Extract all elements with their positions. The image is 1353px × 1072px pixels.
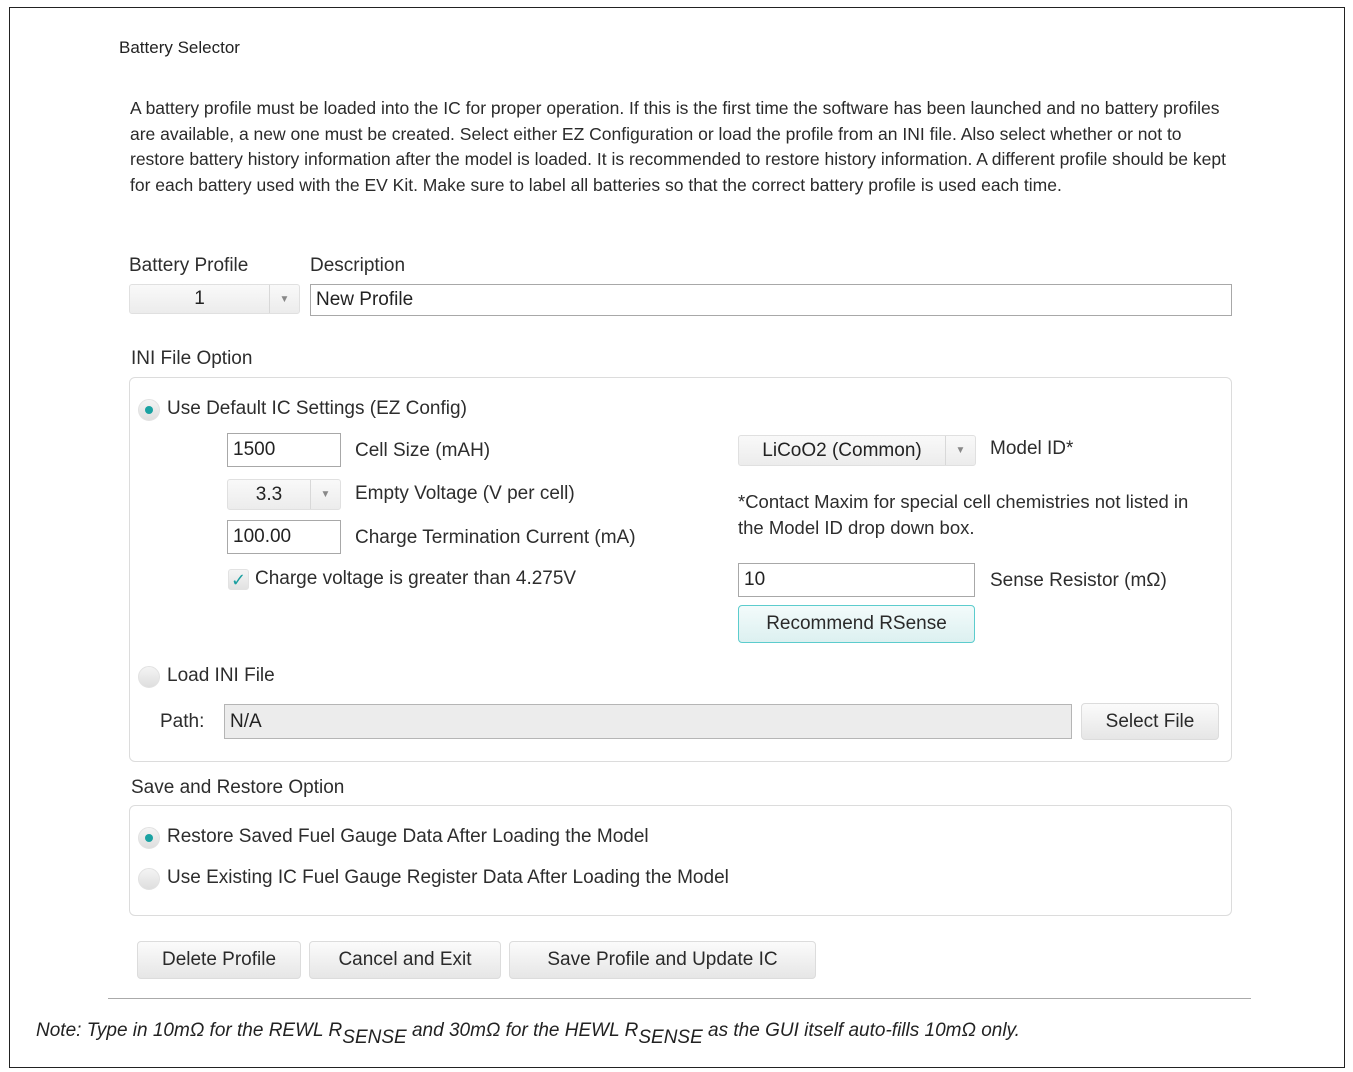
note-sub-1: SENSE: [342, 1027, 407, 1048]
path-input[interactable]: N/A: [224, 704, 1072, 739]
ini-section-label: INI File Option: [131, 348, 253, 369]
model-id-label: Model ID*: [990, 438, 1074, 459]
chevron-down-icon: ▼: [945, 436, 975, 465]
cell-size-input[interactable]: 1500: [227, 433, 341, 467]
battery-profile-value: 1: [194, 288, 205, 309]
sense-resistor-label: Sense Resistor (mΩ): [990, 570, 1167, 591]
contact-maxim-note: *Contact Maxim for special cell chemistr…: [738, 491, 1189, 538]
model-id-value: LiCoO2 (Common): [762, 439, 922, 461]
use-existing-radio[interactable]: [138, 868, 160, 890]
radio-selected-dot: [145, 834, 153, 842]
divider: [108, 998, 1251, 999]
restore-saved-label: Restore Saved Fuel Gauge Data After Load…: [167, 826, 649, 847]
battery-profile-label: Battery Profile: [129, 255, 249, 276]
window-title: Battery Selector: [119, 38, 240, 57]
chevron-down-icon: ▼: [310, 480, 340, 509]
restore-saved-radio[interactable]: [138, 827, 160, 849]
cancel-and-exit-button[interactable]: Cancel and Exit: [309, 941, 501, 979]
note-sub-2: SENSE: [638, 1027, 703, 1048]
figure-note: Note: Type in 10mΩ for the REWL RSENSE a…: [36, 1020, 1020, 1049]
description-input[interactable]: New Profile: [310, 284, 1232, 316]
charge-voltage-checkbox[interactable]: ✓: [228, 569, 249, 590]
use-existing-label: Use Existing IC Fuel Gauge Register Data…: [167, 867, 729, 888]
checkmark-icon: ✓: [230, 569, 247, 590]
save-restore-group: [129, 805, 1232, 916]
empty-voltage-dropdown[interactable]: 3.3 ▼: [227, 479, 341, 510]
charge-termination-input[interactable]: 100.00: [227, 520, 341, 554]
cell-size-label: Cell Size (mAH): [355, 440, 491, 461]
ez-config-label: Use Default IC Settings (EZ Config): [167, 398, 467, 419]
charge-voltage-label: Charge voltage is greater than 4.275V: [255, 568, 577, 589]
load-ini-label: Load INI File: [167, 665, 275, 686]
load-ini-radio[interactable]: [138, 666, 160, 688]
delete-profile-button[interactable]: Delete Profile: [137, 941, 301, 979]
chevron-down-icon: ▼: [269, 285, 299, 313]
select-file-button[interactable]: Select File: [1081, 703, 1219, 740]
path-label: Path:: [160, 711, 205, 732]
radio-selected-dot: [145, 406, 153, 414]
empty-voltage-value: 3.3: [255, 483, 283, 505]
note-part-1: Note: Type in 10mΩ for the REWL R: [36, 1020, 343, 1041]
battery-profile-dropdown[interactable]: 1 ▼: [129, 284, 300, 314]
charge-termination-label: Charge Termination Current (mA): [355, 527, 636, 548]
intro-text: A battery profile must be loaded into th…: [130, 98, 1226, 195]
note-part-3: as the GUI itself auto-fills 10mΩ only.: [702, 1020, 1020, 1041]
recommend-rsense-button[interactable]: Recommend RSense: [738, 605, 975, 643]
sense-resistor-input[interactable]: 10: [738, 563, 975, 597]
note-part-2: and 30mΩ for the HEWL R: [406, 1020, 639, 1041]
empty-voltage-label: Empty Voltage (V per cell): [355, 483, 575, 504]
model-id-dropdown[interactable]: LiCoO2 (Common) ▼: [738, 435, 976, 466]
save-restore-section-label: Save and Restore Option: [131, 777, 345, 798]
ez-config-radio[interactable]: [138, 399, 160, 421]
save-profile-button[interactable]: Save Profile and Update IC: [509, 941, 816, 979]
description-label: Description: [310, 255, 406, 276]
